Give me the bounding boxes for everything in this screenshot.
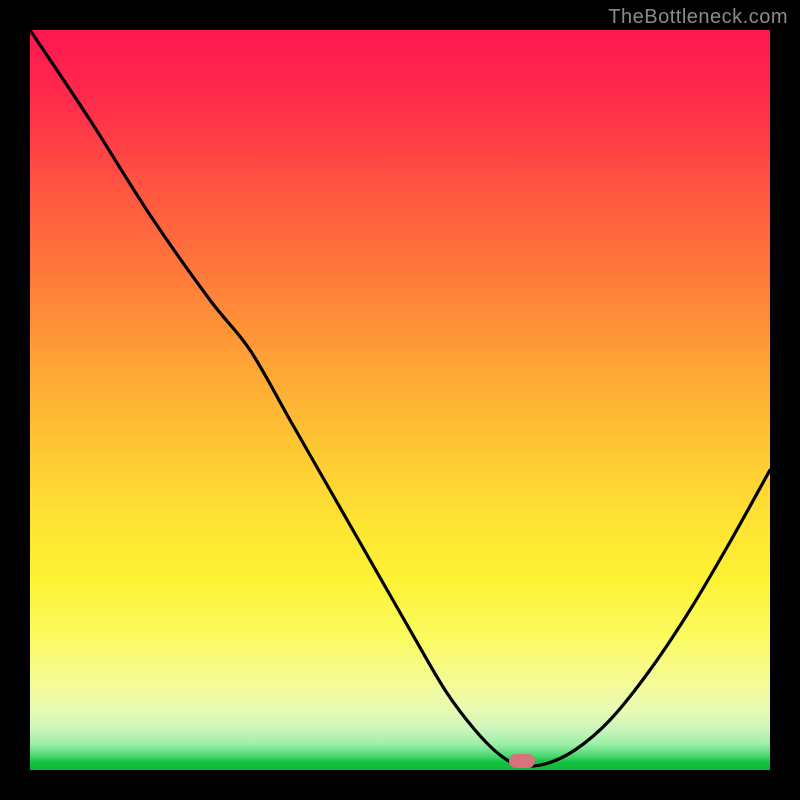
plot-area [30,30,770,770]
chart-frame: TheBottleneck.com [0,0,800,800]
bottleneck-curve [30,30,770,770]
optimal-marker [509,754,535,768]
attribution-text: TheBottleneck.com [608,6,788,29]
